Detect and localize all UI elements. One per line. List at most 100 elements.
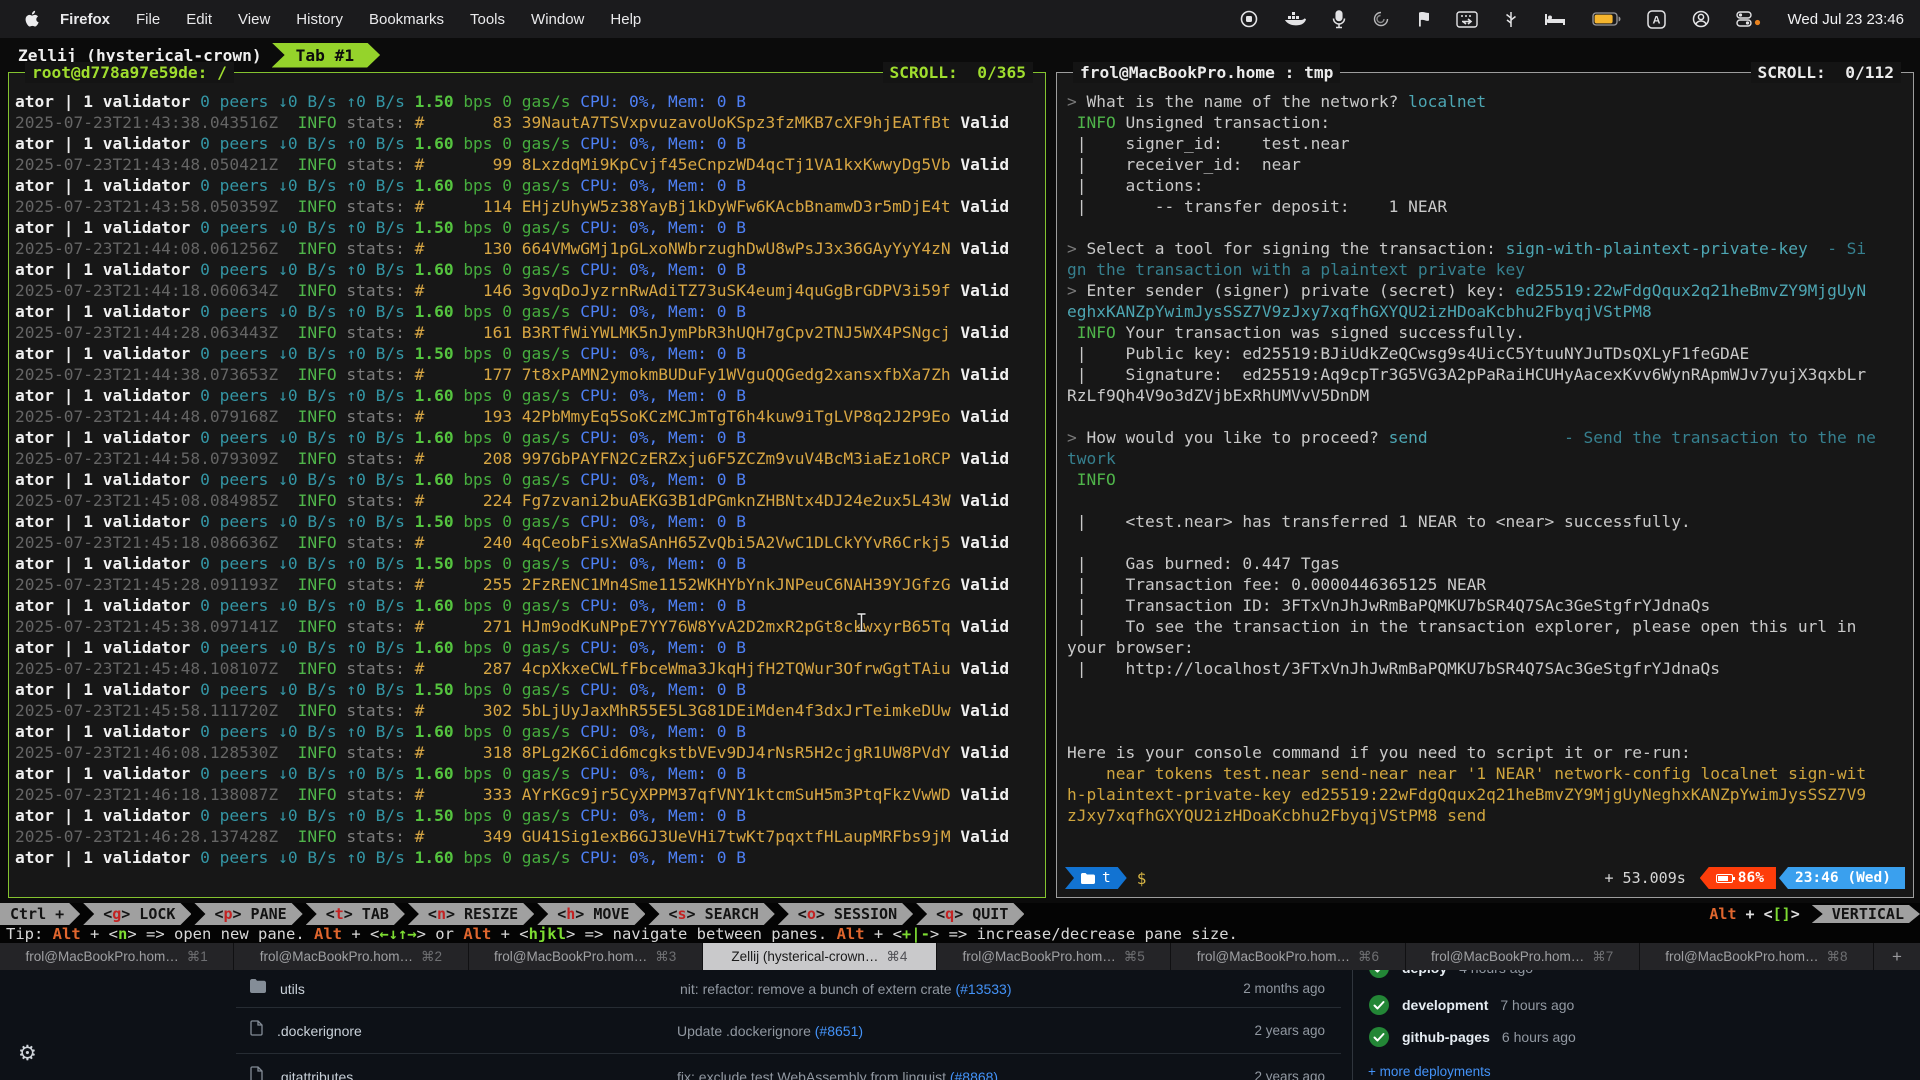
text-segment: 1.60 bbox=[415, 596, 464, 615]
text-segment: 0 peers ↓0 B/s ↑0 B/s bbox=[200, 806, 414, 825]
log-line-validator-stats: ator | 1 validator 0 peers ↓0 B/s ↑0 B/s… bbox=[15, 469, 1045, 490]
zellij-tab-ribbon[interactable]: Tab #1 bbox=[272, 43, 380, 68]
terminal-tab-2[interactable]: frol@MacBookPro.hom…⌘2 bbox=[234, 943, 468, 970]
deployment-item-development[interactable]: development7 hours ago bbox=[1368, 994, 1574, 1016]
bed-icon[interactable] bbox=[1544, 11, 1566, 27]
log-line-validator-stats: ator | 1 validator 0 peers ↓0 B/s ↑0 B/s… bbox=[15, 385, 1045, 406]
microphone-icon[interactable] bbox=[1332, 10, 1346, 29]
text-segment: Valid bbox=[960, 281, 1009, 300]
terminal-tab-6[interactable]: frol@MacBookPro.hom…⌘6 bbox=[1171, 943, 1405, 970]
mode-ribbon-quit[interactable]: <q> QUIT bbox=[916, 903, 1024, 925]
svg-text:A: A bbox=[1652, 14, 1660, 26]
tip-segment: > or bbox=[417, 925, 464, 943]
text-segment: # 349 GU41Sig1exB6GJ3UeVHi7twKt7pqxtfHLa… bbox=[415, 827, 961, 846]
log-line-validator-stats: ator | 1 validator 0 peers ↓0 B/s ↑0 B/s… bbox=[15, 511, 1045, 532]
branch-icon[interactable] bbox=[1504, 10, 1518, 29]
terminal-line: INFO Unsigned transaction: bbox=[1067, 112, 1913, 133]
deployment-item-github-pages[interactable]: github-pages6 hours ago bbox=[1368, 1026, 1576, 1048]
record-icon[interactable] bbox=[1240, 10, 1258, 28]
file-row-gitattributes[interactable]: .gitattributesfix: exclude test WebAssem… bbox=[236, 1054, 1341, 1080]
key-bracket: < bbox=[557, 905, 566, 923]
mode-ribbon-lock[interactable]: <g> LOCK bbox=[83, 903, 191, 925]
menu-item-bookmarks[interactable]: Bookmarks bbox=[356, 0, 457, 38]
pane-validator-logs[interactable]: root@d778a97e59de: / SCROLL: 0/365 ator … bbox=[8, 72, 1046, 898]
text-segment: stats: bbox=[346, 365, 414, 384]
docker-icon[interactable] bbox=[1284, 10, 1306, 28]
terminal-tab-7[interactable]: frol@MacBookPro.hom…⌘7 bbox=[1406, 943, 1640, 970]
text-segment: send bbox=[1389, 428, 1428, 447]
text-segment: | actions: bbox=[1067, 176, 1203, 195]
pr-link[interactable]: (#13533) bbox=[955, 981, 1011, 997]
terminal-tab-1[interactable]: frol@MacBookPro.hom…⌘1 bbox=[0, 943, 234, 970]
commit-message[interactable]: fix: exclude test WebAssembly from lingu… bbox=[677, 1069, 1254, 1080]
file-name[interactable]: .dockerignore bbox=[277, 1023, 677, 1039]
mode-ribbon-tab[interactable]: <t> TAB bbox=[306, 903, 405, 925]
commit-message[interactable]: Update .dockerignore (#8651) bbox=[677, 1023, 1254, 1039]
text-segment: | Gas burned: 0.447 Tgas bbox=[1067, 554, 1340, 573]
text-segment: # 208 997GbPAYFN2CzERZxju6F5ZCZm9vuV4BcM… bbox=[415, 449, 961, 468]
text-segment: 0 peers ↓0 B/s ↑0 B/s bbox=[200, 176, 414, 195]
stage-manager-icon[interactable] bbox=[1456, 11, 1478, 28]
menu-item-edit[interactable]: Edit bbox=[173, 0, 225, 38]
menu-clock[interactable]: Wed Jul 23 23:46 bbox=[1788, 11, 1904, 28]
pr-link[interactable]: (#8651) bbox=[815, 1023, 863, 1039]
vertical-mode-ribbon: VERTICAL bbox=[1812, 905, 1920, 923]
text-segment: bps 0 gas/s bbox=[463, 512, 580, 531]
more-deployments-link[interactable]: + more deployments bbox=[1368, 1064, 1491, 1079]
mode-ribbon-session[interactable]: <o> SESSION bbox=[778, 903, 913, 925]
text-segment: # 83 39NautA7TSVxpvuzavoUoKSpz3fzMKB7cXF… bbox=[415, 113, 961, 132]
control-center-icon[interactable] bbox=[1736, 11, 1762, 27]
flag-icon[interactable] bbox=[1416, 10, 1430, 28]
text-segment: 0 peers ↓0 B/s ↑0 B/s bbox=[200, 134, 414, 153]
terminal-tab-5[interactable]: frol@MacBookPro.hom…⌘5 bbox=[937, 943, 1171, 970]
text-segment: bps 0 gas/s bbox=[463, 764, 580, 783]
file-row-dockerignore[interactable]: .dockerignoreUpdate .dockerignore (#8651… bbox=[236, 1008, 1341, 1054]
text-segment: Unsigned transaction: bbox=[1125, 113, 1330, 132]
terminal-tab-8[interactable]: frol@MacBookPro.hom…⌘8 bbox=[1640, 943, 1874, 970]
text-segment: CPU: 0%, Mem: 0 B bbox=[580, 134, 746, 153]
apple-icon[interactable] bbox=[24, 10, 39, 28]
file-row-utils[interactable]: utilsnit: refactor: remove a bunch of ex… bbox=[236, 970, 1341, 1008]
mode-ribbon-pane[interactable]: <p> PANE bbox=[194, 903, 302, 925]
mode-ribbon-resize[interactable]: <n> RESIZE bbox=[408, 903, 534, 925]
terminal-line: eghxKANZpYwimJysSSZ7V9zJxy7xqfhGXYQU2izH… bbox=[1067, 301, 1913, 322]
mode-ribbon-search[interactable]: <s> SEARCH bbox=[648, 903, 774, 925]
terminal-tab-4[interactable]: Zellij (hysterical-crown…⌘4 bbox=[703, 943, 937, 970]
user-account-icon[interactable] bbox=[1692, 10, 1710, 28]
terminal-tab-3[interactable]: frol@MacBookPro.hom…⌘3 bbox=[469, 943, 703, 970]
menu-item-help[interactable]: Help bbox=[597, 0, 654, 38]
pr-link[interactable]: (#8868) bbox=[950, 1069, 998, 1080]
tab-shortcut: ⌘7 bbox=[1592, 949, 1613, 965]
key-bracket: < bbox=[103, 905, 112, 923]
menu-item-firefox[interactable]: Firefox bbox=[47, 0, 123, 38]
new-tab-button[interactable]: + bbox=[1874, 943, 1920, 970]
text-segment: INFO bbox=[298, 701, 347, 720]
mode-key: g bbox=[112, 905, 121, 923]
mode-ribbon-move[interactable]: <h> MOVE bbox=[537, 903, 645, 925]
pane-near-cli[interactable]: frol@MacBookPro.home : tmp SCROLL: 0/112… bbox=[1056, 72, 1914, 898]
text-segment: stats: bbox=[346, 281, 414, 300]
timemachine-icon[interactable] bbox=[1372, 10, 1390, 28]
menu-item-view[interactable]: View bbox=[225, 0, 283, 38]
menu-item-file[interactable]: File bbox=[123, 0, 173, 38]
plus-label: + < bbox=[1737, 905, 1773, 923]
gear-icon[interactable]: ⚙ bbox=[18, 1041, 37, 1065]
text-segment: # 114 EHjzUhyW5z38YayBj1kDyWFw6KAcbBnamw… bbox=[415, 197, 961, 216]
menu-item-window[interactable]: Window bbox=[518, 0, 597, 38]
text-segment: INFO bbox=[298, 281, 347, 300]
menu-item-history[interactable]: History bbox=[283, 0, 356, 38]
battery-icon[interactable] bbox=[1592, 12, 1621, 26]
text-segment: 2025-07-23T21:45:08.084985Z bbox=[15, 491, 298, 510]
file-name[interactable]: .gitattributes bbox=[277, 1069, 677, 1080]
command-duration: + 53.009s bbox=[1604, 869, 1685, 887]
terminal-window: Zellij (hysterical-crown) Tab #1 root@d7… bbox=[0, 38, 1920, 970]
commit-message[interactable]: nit: refactor: remove a bunch of extern … bbox=[680, 981, 1243, 997]
commit-message-text: fix: exclude test WebAssembly from lingu… bbox=[677, 1069, 950, 1080]
input-source-icon[interactable]: A bbox=[1647, 10, 1666, 29]
text-segment: INFO bbox=[298, 239, 347, 258]
menu-item-tools[interactable]: Tools bbox=[457, 0, 518, 38]
text-segment: CPU: 0%, Mem: 0 B bbox=[580, 344, 746, 363]
brackets-label: [] bbox=[1773, 905, 1791, 923]
file-name[interactable]: utils bbox=[280, 981, 680, 997]
alt-keybind-hint: Alt + <[]> bbox=[1709, 905, 1808, 923]
